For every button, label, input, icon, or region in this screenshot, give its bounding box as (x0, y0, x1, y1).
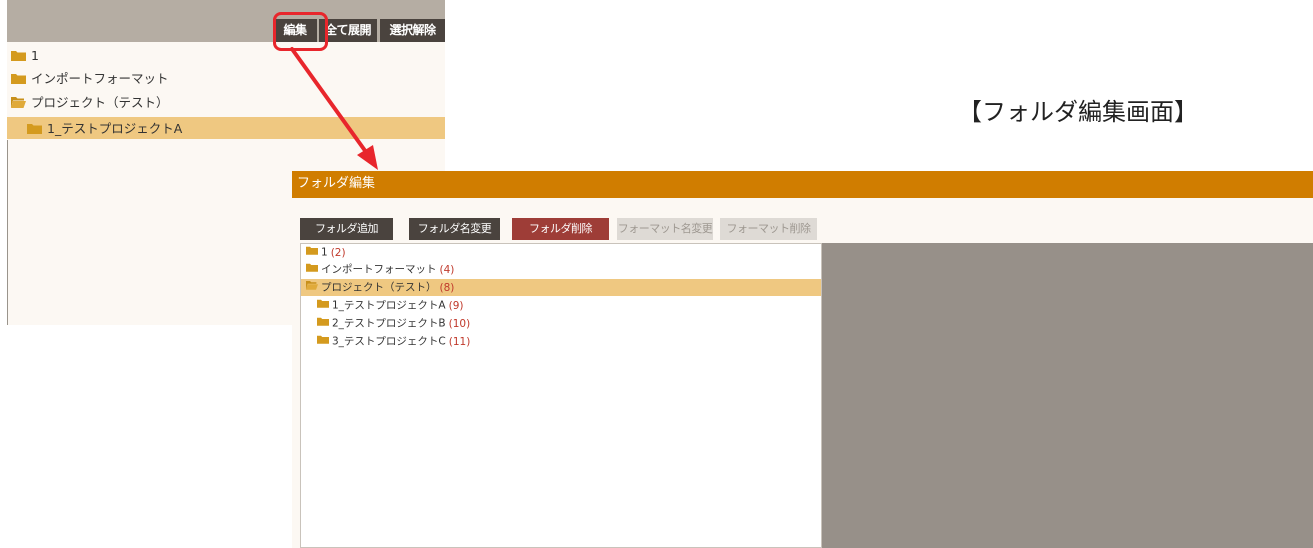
item-count: (10) (448, 317, 471, 330)
folder-closed-icon (306, 244, 318, 261)
item-count: (9) (448, 299, 464, 312)
tree-item[interactable]: 3_テストプロジェクトC (11) (301, 333, 821, 350)
item-count: (2) (330, 246, 346, 259)
delete-format-button[interactable]: フォーマット削除 (720, 218, 817, 240)
folder-closed-icon (306, 261, 318, 278)
tree-item-label: インポートフォーマット (321, 263, 437, 276)
folder-open-icon (11, 92, 26, 115)
window-title: フォルダ編集 (292, 171, 1313, 198)
rename-folder-button[interactable]: フォルダ名変更 (409, 218, 500, 240)
panel-border (7, 140, 8, 325)
tree-item[interactable]: 1 (7, 44, 445, 67)
folder-edit-window: フォルダ編集 フォルダ追加 フォルダ名変更 フォルダ削除 フォーマット名変更 フ… (292, 171, 1313, 548)
item-count: (8) (439, 281, 455, 294)
rename-format-button[interactable]: フォーマット名変更 (617, 218, 713, 240)
tree-item-label: 1_テストプロジェクトA (47, 121, 183, 136)
item-count: (11) (448, 335, 471, 348)
tree-item-label: プロジェクト（テスト） (31, 95, 169, 110)
screen-caption: 【フォルダ編集画面】 (958, 98, 1198, 126)
folder-closed-icon (11, 68, 26, 91)
detail-pane (822, 243, 1313, 548)
edit-folder-tree: 1 (2) インポートフォーマット (4) プロジェクト（テスト） (8) 1_テスト… (300, 243, 822, 548)
tree-item[interactable]: プロジェクト（テスト） (7, 91, 445, 114)
tree-item[interactable]: 1_テストプロジェクトA (9) (301, 297, 821, 314)
tree-item[interactable]: インポートフォーマット (7, 67, 445, 90)
tree-item-label: 3_テストプロジェクトC (332, 335, 446, 348)
folder-open-icon (306, 279, 318, 296)
tree-item-selected[interactable]: 1_テストプロジェクトA (7, 117, 445, 139)
folder-closed-icon (27, 118, 42, 141)
item-count: (4) (439, 263, 455, 276)
folder-closed-icon (11, 45, 26, 68)
tree-item-label: インポートフォーマット (31, 71, 169, 86)
add-folder-button[interactable]: フォルダ追加 (300, 218, 393, 240)
tree-item-label: 1_テストプロジェクトA (332, 299, 446, 312)
tree-toolbar: 編集 全て展開 選択解除 (7, 0, 445, 42)
tree-item[interactable]: 2_テストプロジェクトB (10) (301, 315, 821, 332)
tree-item-label: 1 (31, 48, 39, 63)
tree-item[interactable]: 1 (2) (301, 244, 821, 261)
tree-item-label: 2_テストプロジェクトB (332, 317, 446, 330)
deselect-button[interactable]: 選択解除 (380, 19, 445, 42)
folder-closed-icon (317, 297, 329, 314)
tree-item-label: プロジェクト（テスト） (321, 281, 437, 294)
folder-closed-icon (317, 333, 329, 350)
tree-item-selected[interactable]: プロジェクト（テスト） (8) (301, 279, 821, 296)
tree-item[interactable]: インポートフォーマット (4) (301, 261, 821, 278)
delete-folder-button[interactable]: フォルダ削除 (512, 218, 609, 240)
tree-item-label: 1 (321, 246, 328, 259)
folder-closed-icon (317, 315, 329, 332)
